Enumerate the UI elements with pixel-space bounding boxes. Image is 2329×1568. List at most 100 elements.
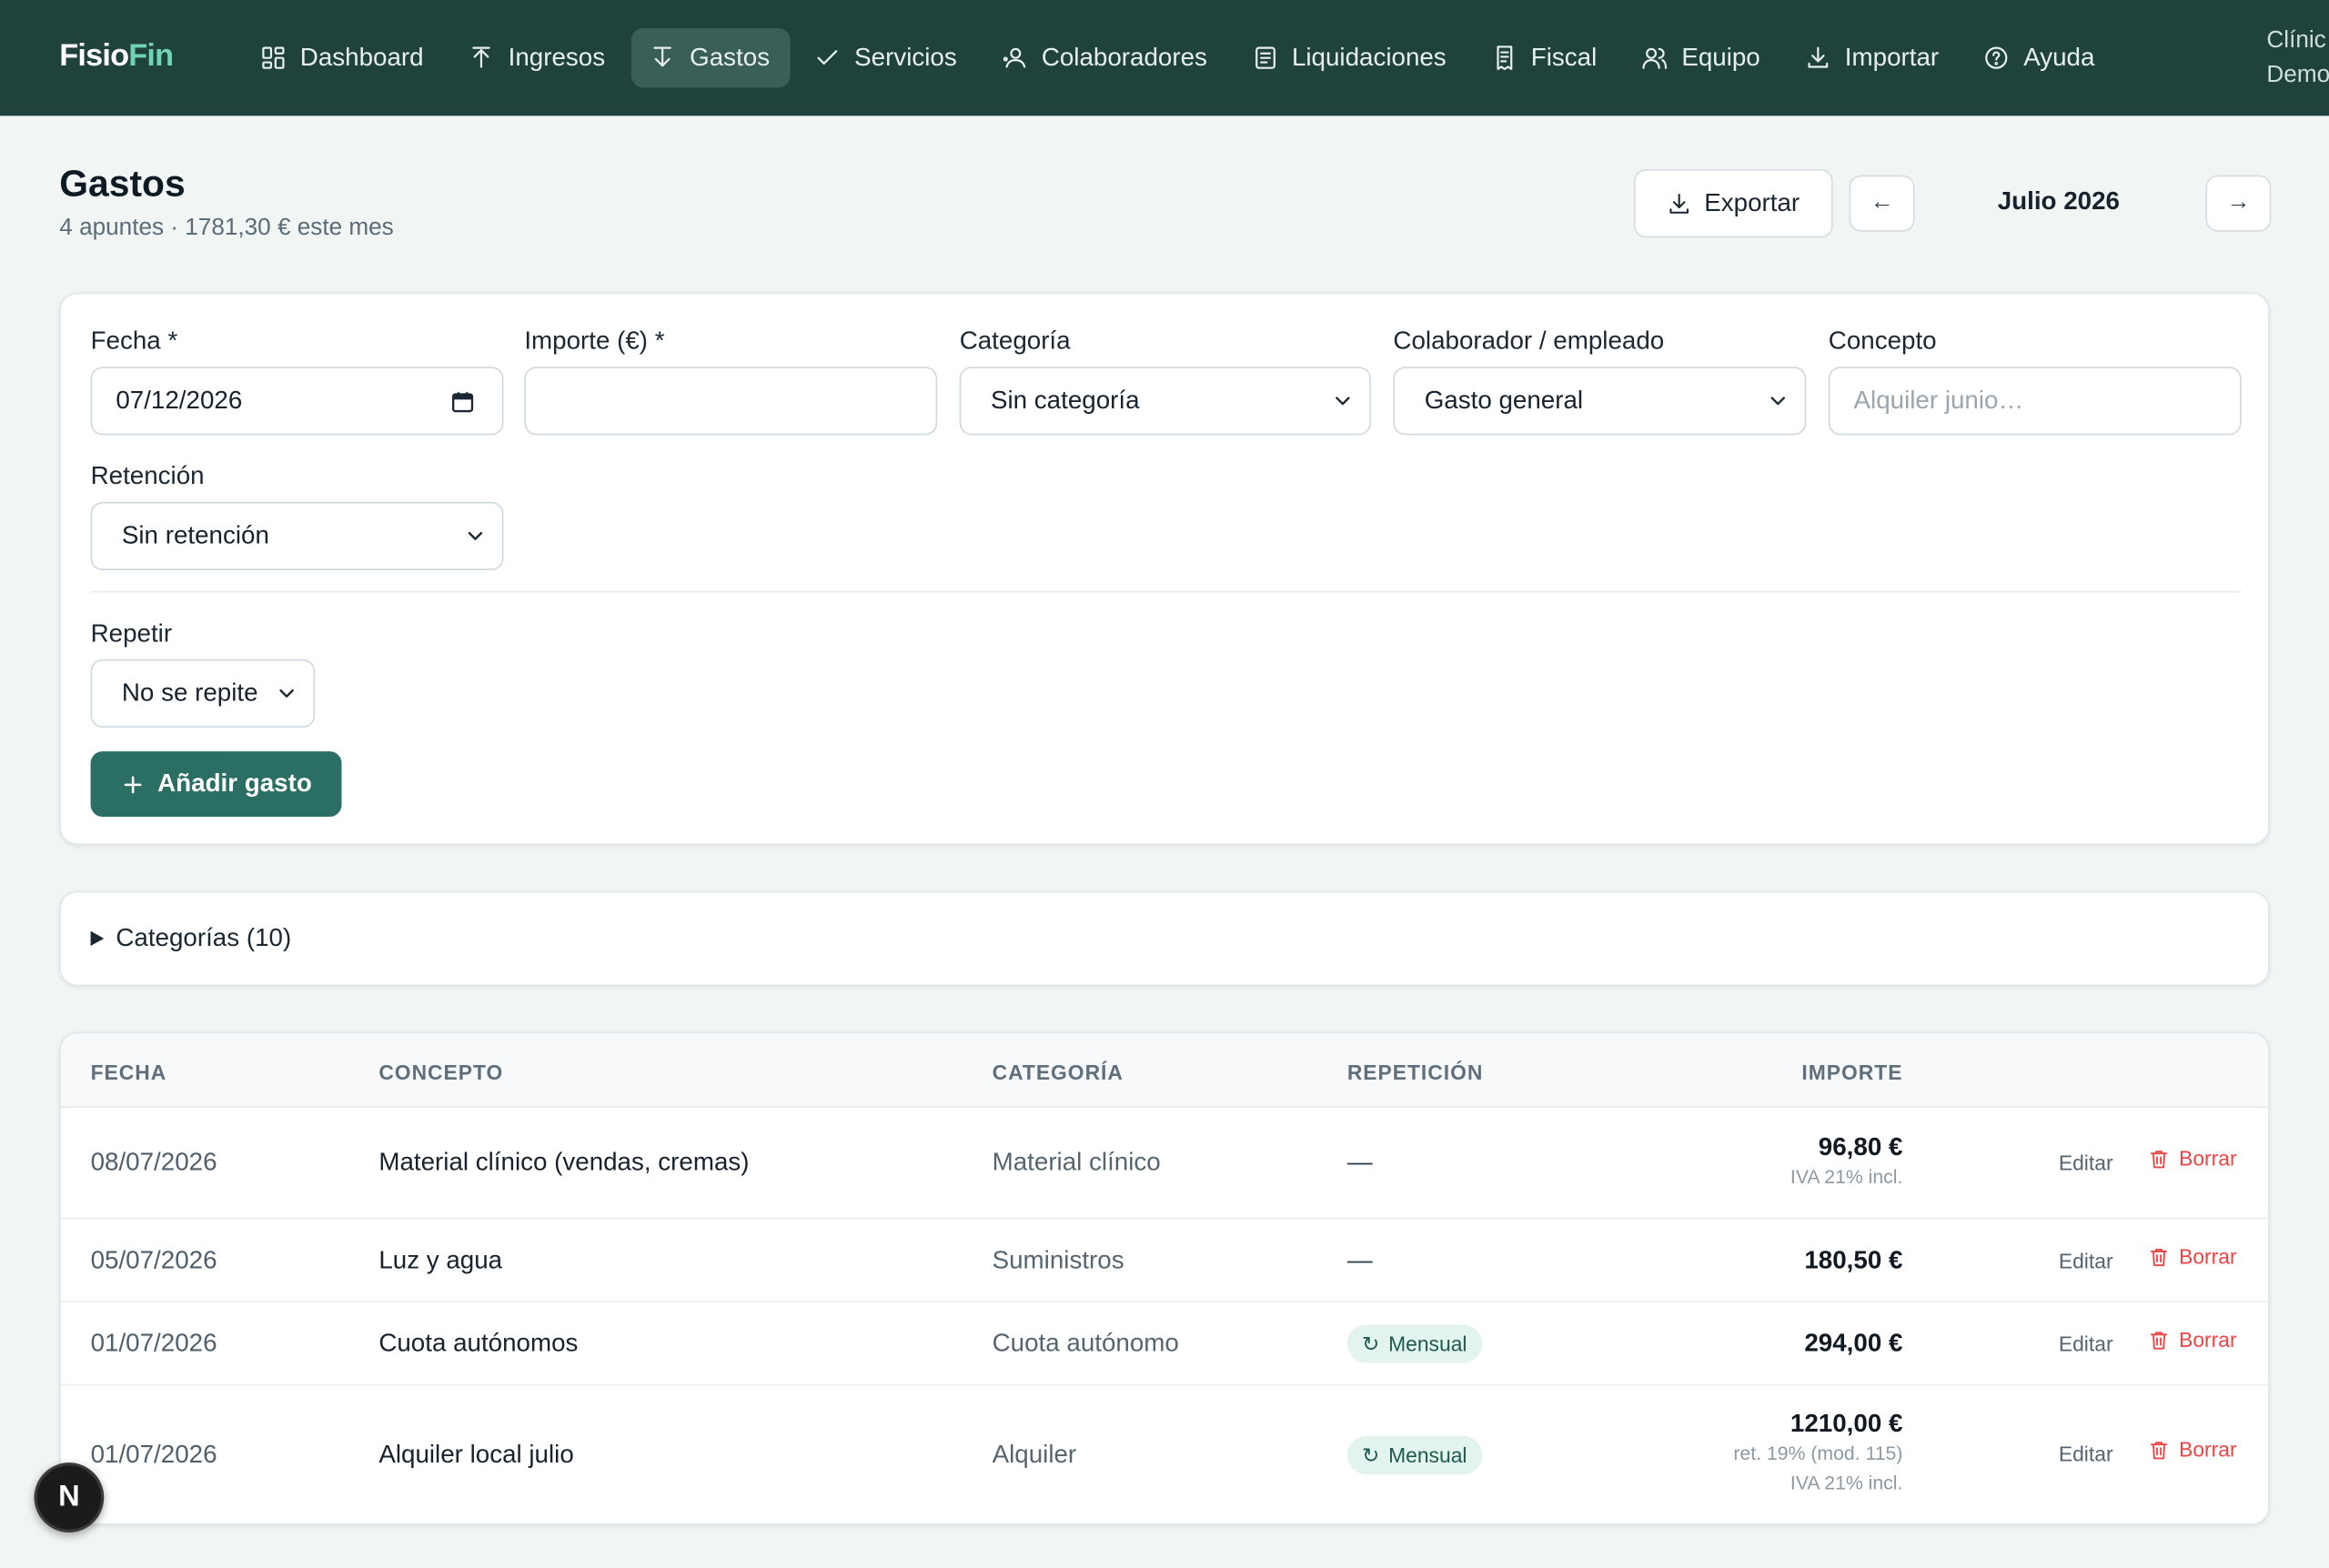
user-icon [1003,47,1026,68]
trash-icon [2150,1441,2168,1459]
retencion-select[interactable]: Sin retención [90,501,504,570]
export-label: Exportar [1704,188,1800,217]
previous-month-button[interactable]: ← [1849,175,1915,232]
edit-button[interactable]: Editar [2059,1442,2113,1465]
nav-label: Colaboradores [1041,43,1207,72]
table-row: 01/07/2026 Alquiler local julio Alquiler… [61,1385,2268,1523]
expense-form: Fecha * 07/12/2026 Importe (€) * Categor… [59,292,2270,845]
dev-tools-badge[interactable]: N [34,1462,105,1533]
amount-note: IVA 21% incl. [1790,1471,1903,1494]
repeat-icon: ↻ [1362,1442,1380,1467]
colaborador-value: Gasto general [1424,386,1584,415]
row-categoria: Material clínico [992,1148,1161,1177]
column-concepto: CONCEPTO [378,1060,504,1084]
delete-button[interactable]: Borrar [2148,1146,2237,1171]
upload-icon [472,46,490,68]
amount-note: IVA 21% incl. [1790,1165,1903,1189]
fecha-input[interactable]: 07/12/2026 [90,367,504,436]
current-month: Julio 2026 [1997,186,2120,216]
row-fecha: 08/07/2026 [90,1148,217,1177]
delete-label: Borrar [2179,1327,2237,1352]
colaborador-select[interactable]: Gasto general [1393,367,1807,436]
nav-colaboradores[interactable]: Colaboradores [983,28,1228,87]
row-importe: 1210,00 € ret. 19% (mod. 115) IVA 21% in… [1733,1409,1902,1498]
table-header: FECHA CONCEPTO CATEGORÍA REPETICIÓN IMPO… [60,1033,2269,1108]
edit-button[interactable]: Editar [2059,1332,2113,1355]
recurrence-badge: ↻ Mensual [1346,1324,1482,1363]
recurrence-label: Mensual [1388,1332,1467,1356]
nav-servicios[interactable]: Servicios [796,28,977,87]
chevron-down-icon [1770,397,1786,406]
trash-icon [2150,1331,2168,1349]
nav-importar[interactable]: Importar [1787,28,1960,87]
delete-button[interactable]: Borrar [2148,1244,2237,1268]
nav-label: Importar [1844,43,1940,72]
amount-value: 1210,00 € [1790,1409,1903,1438]
receipt-icon [1496,45,1512,71]
delete-button[interactable]: Borrar [2148,1328,2237,1352]
categories-toggle[interactable]: Categorías (10) [90,924,292,954]
dashboard-icon [262,46,285,69]
brand-part-1: Fisio [59,38,129,73]
clinic-name-line2: Demo [2266,62,2329,88]
brand-logo[interactable]: FisioFin [59,38,174,74]
nav-gastos[interactable]: Gastos [631,28,791,88]
nav-label: Equipo [1681,43,1760,72]
delete-label: Borrar [2179,1437,2237,1462]
amount-value: 96,80 € [1818,1132,1903,1161]
nav-dashboard[interactable]: Dashboard [242,28,444,87]
row-importe: 180,50 € [1804,1246,1902,1276]
repetir-label: Repetir [90,618,173,648]
row-fecha: 01/07/2026 [90,1329,217,1358]
row-concepto: Cuota autónomos [378,1329,579,1358]
importe-label: Importe (€) * [524,327,665,356]
add-expense-button[interactable]: Añadir gasto [90,751,342,817]
fecha-value: 07/12/2026 [116,386,243,415]
chevron-down-icon [279,689,294,698]
categoria-value: Sin categoría [990,386,1140,415]
table-row: 08/07/2026 Material clínico (vendas, cre… [60,1108,2269,1220]
row-importe: 294,00 € [1804,1329,1902,1359]
nav-label: Gastos [690,43,771,72]
brand-part-2: Fin [128,38,174,73]
next-month-button[interactable]: → [2205,175,2272,232]
concepto-input[interactable]: Alquiler junio… [1828,367,2242,436]
disclosure-triangle-icon [90,930,105,946]
nav-label: Servicios [854,43,957,72]
nav-label: Fiscal [1530,43,1598,72]
importe-input[interactable] [524,367,938,436]
nav-label: Dashboard [299,43,424,72]
repetir-value: No se repite [121,678,258,708]
download-icon [1670,193,1689,213]
table-row: 05/07/2026 Luz y agua Suministros — 180,… [60,1219,2269,1302]
row-repeticion: — [1346,1148,1373,1177]
fecha-label: Fecha * [90,327,178,356]
amount-note: ret. 19% (mod. 115) [1733,1442,1903,1464]
categories-panel: Categorías (10) [59,890,2270,987]
edit-button[interactable]: Editar [2059,1151,2113,1174]
calendar-icon[interactable] [450,389,476,415]
delete-button[interactable]: Borrar [2148,1437,2237,1462]
chevron-down-icon [1336,397,1350,406]
column-repeticion: REPETICIÓN [1346,1060,1484,1084]
categoria-select[interactable]: Sin categoría [959,367,1371,436]
row-categoria: Suministros [992,1245,1124,1274]
nav-ingresos[interactable]: Ingresos [450,28,626,87]
row-categoria: Cuota autónomo [992,1329,1179,1358]
clinic-switcher[interactable]: Clínic Demo [2266,24,2329,92]
repetir-select[interactable]: No se repite [90,658,316,728]
nav-equipo[interactable]: Equipo [1624,28,1781,87]
export-button[interactable]: Exportar [1633,169,1833,238]
nav-ayuda[interactable]: Ayuda [1966,28,2116,87]
delete-label: Borrar [2179,1146,2237,1171]
users-icon [1642,47,1668,69]
column-importe: IMPORTE [1801,1060,1903,1084]
table-row: 01/07/2026 Cuota autónomos Cuota autónom… [60,1302,2269,1386]
nav-liquidaciones[interactable]: Liquidaciones [1234,28,1467,87]
nav-fiscal[interactable]: Fiscal [1473,28,1618,87]
recurrence-badge: ↻ Mensual [1346,1435,1482,1475]
trash-icon [2150,1248,2168,1266]
edit-button[interactable]: Editar [2059,1249,2113,1272]
row-fecha: 01/07/2026 [90,1440,217,1469]
row-importe: 96,80 € IVA 21% incl. [1790,1133,1902,1192]
